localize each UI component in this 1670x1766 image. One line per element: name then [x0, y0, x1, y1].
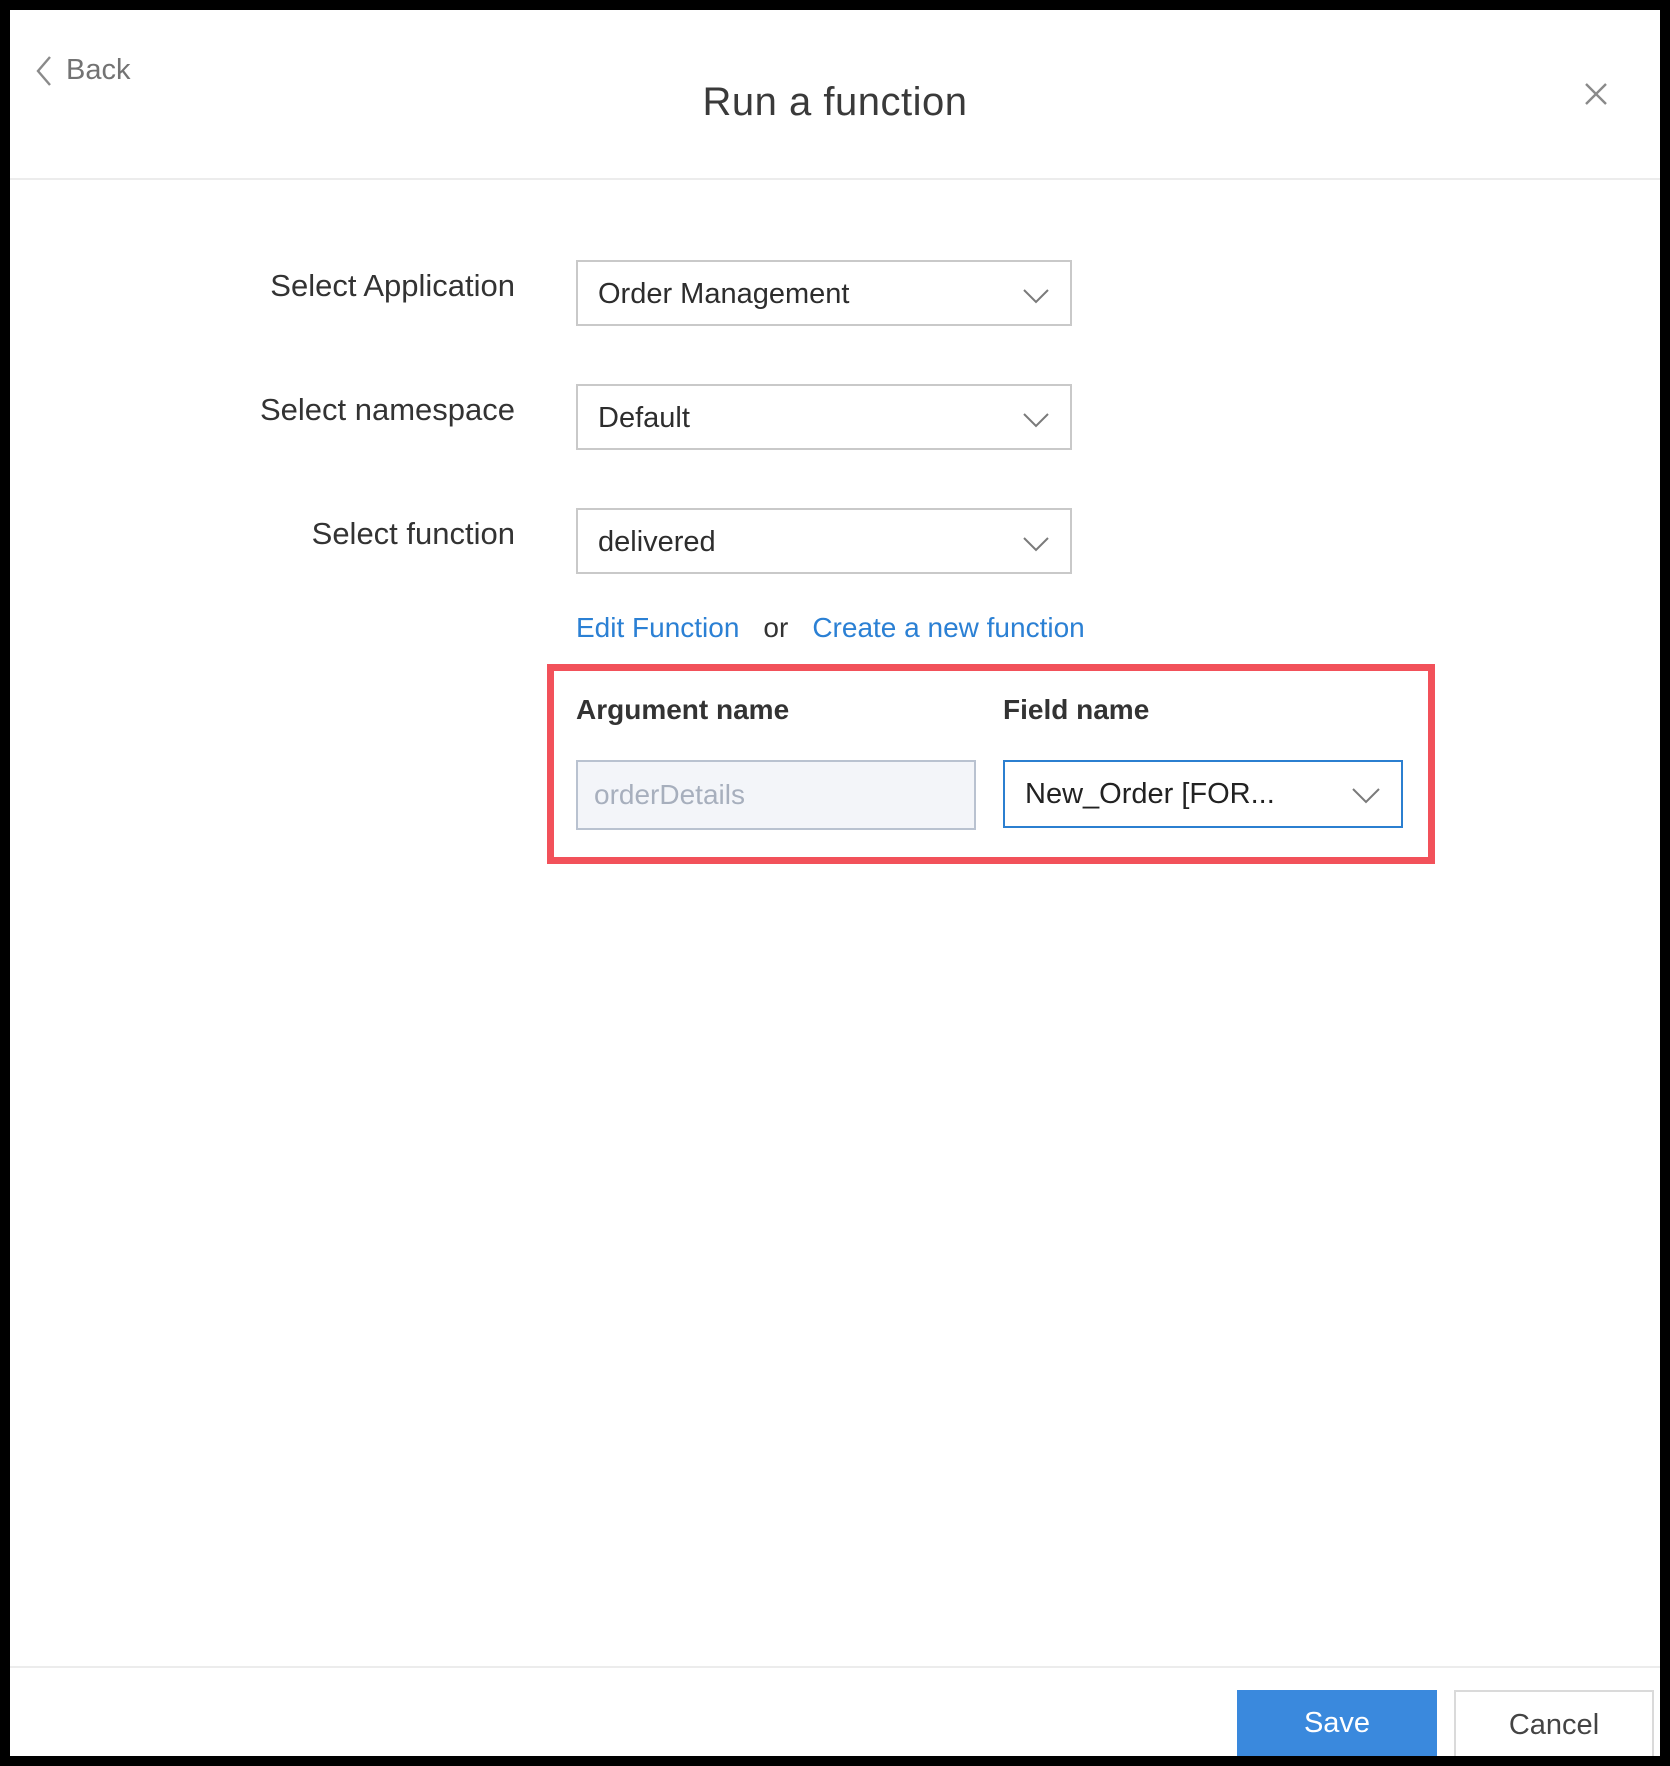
function-value: delivered [598, 526, 716, 558]
create-function-link[interactable]: Create a new function [812, 612, 1084, 644]
chevron-down-icon [1352, 788, 1380, 804]
namespace-select[interactable]: Default [576, 384, 1072, 450]
dialog-title: Run a function [702, 80, 968, 124]
namespace-label: Select namespace [259, 392, 515, 427]
run-function-dialog: Back Run a function Select Application O… [10, 10, 1660, 1756]
function-row: Select function delivered [10, 508, 1660, 578]
field-name-select[interactable]: New_Order [FOR... [1003, 760, 1403, 828]
cancel-button[interactable]: Cancel [1454, 1690, 1654, 1756]
argument-name-input: orderDetails [576, 760, 976, 830]
field-name-value: New_Order [FOR... [1025, 778, 1275, 810]
or-separator: or [763, 612, 789, 643]
edit-function-link[interactable]: Edit Function [576, 612, 739, 644]
application-value: Order Management [598, 278, 850, 310]
namespace-row: Select namespace Default [10, 384, 1660, 454]
chevron-down-icon [1023, 289, 1049, 304]
function-select[interactable]: delivered [576, 508, 1072, 574]
application-row: Select Application Order Management [10, 260, 1660, 330]
save-button[interactable]: Save [1237, 1690, 1437, 1756]
function-label: Select function [311, 516, 515, 551]
close-button[interactable] [1576, 74, 1616, 114]
namespace-value: Default [598, 402, 690, 434]
application-select[interactable]: Order Management [576, 260, 1072, 326]
chevron-down-icon [1023, 413, 1049, 428]
field-name-header: Field name [1003, 694, 1150, 725]
function-links: Edit Function or Create a new function [576, 612, 1085, 644]
argument-name-header: Argument name [576, 694, 790, 725]
chevron-down-icon [1023, 537, 1049, 552]
close-icon [1585, 83, 1607, 105]
dialog-header: Back Run a function [10, 10, 1660, 180]
application-label: Select Application [270, 268, 515, 303]
